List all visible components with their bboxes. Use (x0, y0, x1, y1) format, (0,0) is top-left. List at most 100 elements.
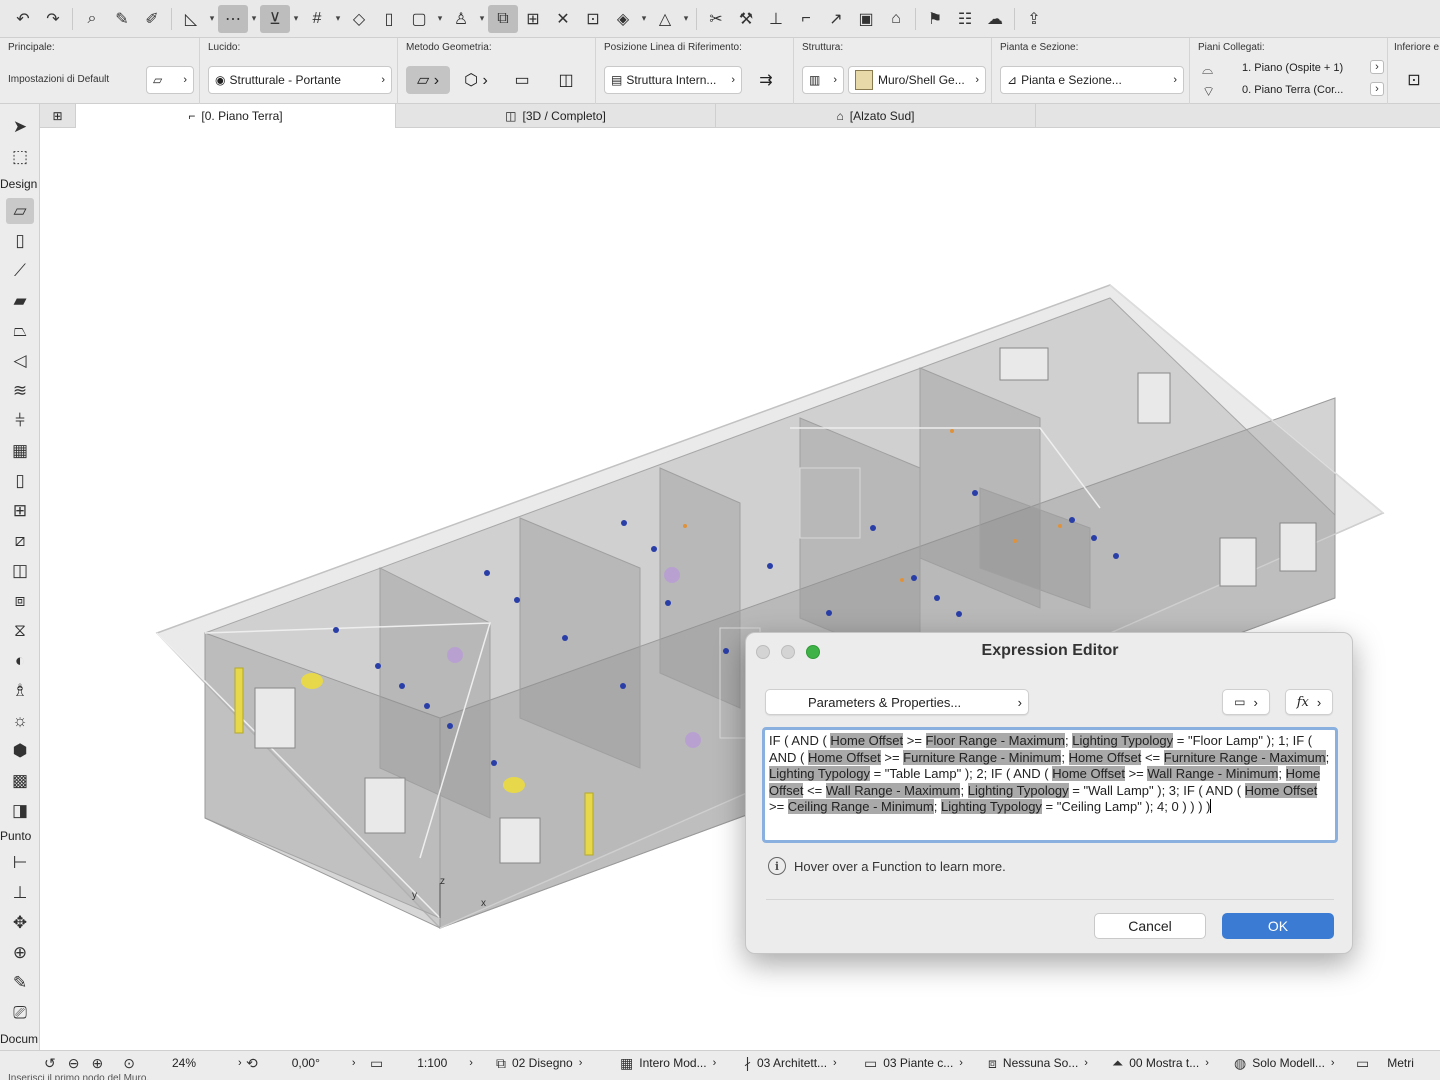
tab-overview-icon[interactable]: ⊞ (40, 104, 76, 128)
chevron-down-icon[interactable]: ▾ (434, 13, 446, 24)
wall-lamp[interactable] (621, 520, 627, 526)
polygonal-wall-icon[interactable]: ▭ (504, 66, 540, 94)
hotspot-tool-icon[interactable]: ✥ (6, 910, 34, 936)
tab-3d[interactable]: ◫ [3D / Completo] (396, 104, 716, 128)
wall-lamp[interactable] (514, 597, 520, 603)
floor-lamp-shade[interactable] (301, 673, 323, 689)
column-tool-icon[interactable]: ▯ (6, 228, 34, 254)
wall-lamp[interactable] (491, 760, 497, 766)
scale-select[interactable]: ▭ 1:100 › (370, 1051, 473, 1075)
cut-icon[interactable]: △ (650, 5, 680, 33)
chevron-right-icon[interactable]: › (1370, 82, 1384, 96)
expression-property-token[interactable]: Home Offset (808, 749, 881, 765)
chevron-down-icon[interactable]: ▾ (290, 13, 302, 24)
grid-element-tool-icon[interactable]: ▩ (6, 768, 34, 794)
wall-end-tool-icon[interactable]: ◫ (6, 558, 34, 584)
reference-line-select[interactable]: ▤ Struttura Intern... › (604, 66, 742, 94)
window[interactable] (999, 347, 1049, 381)
floor-lamp[interactable] (584, 792, 594, 856)
rotate-icon[interactable]: ⊞ (518, 5, 548, 33)
parameters-properties-button[interactable]: Parameters & Properties... › (765, 689, 1029, 715)
undo-icon[interactable]: ↶ (8, 5, 38, 33)
window[interactable] (254, 687, 296, 749)
window-tool-icon[interactable]: ⊞ (6, 498, 34, 524)
renovation-select[interactable]: ⧈ Nessuna So... › (988, 1051, 1088, 1075)
table-lamp[interactable] (683, 524, 687, 528)
line-icon[interactable]: ⧉ (488, 4, 518, 33)
redo-icon[interactable]: ↷ (38, 5, 68, 33)
door-tool-icon[interactable]: ▯ (6, 468, 34, 494)
corner-window-tool-icon[interactable]: ⧈ (6, 588, 34, 614)
eyedropper-icon[interactable]: ✎ (107, 5, 137, 33)
chevron-down-icon[interactable]: ▾ (476, 13, 488, 24)
mesh-tool-icon[interactable]: ⧖ (6, 618, 34, 644)
structure-type-select[interactable]: ▥ › (802, 66, 844, 94)
wall-lamp[interactable] (870, 525, 876, 531)
ceiling-lamp[interactable] (685, 732, 701, 748)
window[interactable] (1219, 537, 1257, 587)
tab-floor-plan[interactable]: ⌐ [0. Piano Terra] (76, 104, 396, 128)
tab-elevation[interactable]: ⌂ [Alzato Sud] (716, 104, 1036, 128)
expression-property-token[interactable]: Furniture Range - Maximum (1163, 749, 1326, 765)
suspend-groups-icon[interactable]: ▢ (404, 5, 434, 33)
units-select[interactable]: ▭ Metri (1356, 1051, 1414, 1075)
chevron-down-icon[interactable]: ▾ (206, 13, 218, 24)
expression-input[interactable]: IF ( AND ( Home Offset >= Floor Range - … (762, 727, 1338, 843)
chevron-down-icon[interactable]: ▾ (680, 13, 692, 24)
renovation-filter-select[interactable]: ⏶ 00 Mostra t... › (1112, 1051, 1209, 1075)
stair-tool-icon[interactable]: ≋ (6, 378, 34, 404)
curtain-wall-tool-icon[interactable]: ▦ (6, 438, 34, 464)
level-dimension-tool-icon[interactable]: ⊥ (6, 880, 34, 906)
bottom-story-value[interactable]: 0. Piano Terra (Cor... (1242, 84, 1343, 96)
wall-lamp[interactable] (826, 610, 832, 616)
wall-lamp[interactable] (651, 546, 657, 552)
floor-plan-section-select[interactable]: ⊿ Pianta e Sezione... › (1000, 66, 1184, 94)
wrench-icon[interactable]: ✂ (701, 5, 731, 33)
orbit-back-icon[interactable]: ↺ (44, 1055, 56, 1072)
roof-tool-icon[interactable]: ⏢ (6, 318, 34, 344)
marquee-icon[interactable]: ⬚ (6, 144, 34, 170)
section-tool-icon[interactable]: ⊕ (6, 940, 34, 966)
wall-lamp[interactable] (767, 563, 773, 569)
camera-tool-icon[interactable]: ⎚ (6, 1000, 34, 1026)
wall-lamp[interactable] (620, 683, 626, 689)
wall-lamp[interactable] (562, 635, 568, 641)
wall-lamp[interactable] (399, 683, 405, 689)
syringe-icon[interactable]: ✐ (137, 5, 167, 33)
model-view-options-select[interactable]: ▭ 03 Piante c... › (864, 1051, 963, 1075)
magic-wand-icon[interactable]: ◈ (608, 5, 638, 33)
layer-select[interactable]: ◉ Strutturale - Portante › (208, 66, 392, 94)
layer-icon[interactable]: ♙ (446, 5, 476, 33)
expression-property-token[interactable]: Wall Range - Maximum (825, 782, 961, 798)
opening-tool-icon[interactable]: ◨ (6, 798, 34, 824)
wall-lamp[interactable] (934, 595, 940, 601)
units-button[interactable]: ▭ › (1222, 689, 1270, 715)
table-lamp[interactable] (1013, 539, 1017, 543)
expression-property-token[interactable]: Home Offset (830, 733, 904, 748)
wall-lamp[interactable] (665, 600, 671, 606)
wall-lamp[interactable] (1091, 535, 1097, 541)
flip-reference-icon[interactable]: ⇉ (748, 66, 784, 94)
window[interactable] (1137, 372, 1171, 424)
expression-property-token[interactable]: Lighting Typology (1072, 733, 1174, 748)
chevron-down-icon[interactable]: ▾ (332, 13, 344, 24)
expression-property-token[interactable]: Home Offset (1068, 749, 1142, 765)
table-icon[interactable]: ⚑ (920, 5, 950, 33)
arrow-icon[interactable]: ➤ (6, 114, 34, 140)
fillet-icon[interactable]: ⌐ (791, 5, 821, 33)
trace-icon[interactable]: ▯ (374, 5, 404, 33)
punto-group-label[interactable]: Punto (0, 829, 31, 843)
measure-icon[interactable]: ◺ (176, 5, 206, 33)
mirror-icon[interactable]: ⊡ (578, 5, 608, 33)
find-select-icon[interactable]: ⌕ (77, 5, 107, 33)
expression-property-token[interactable]: Ceiling Range - Minimum (787, 799, 934, 814)
wall-lamp[interactable] (1113, 553, 1119, 559)
expression-property-token[interactable]: Home Offset (1244, 782, 1318, 798)
functions-button[interactable]: fx › (1285, 689, 1333, 715)
expression-property-token[interactable]: Furniture Range - Minimum (903, 749, 1062, 765)
morph-tool-icon[interactable]: ◐ (6, 648, 34, 674)
table-lamp[interactable] (1058, 524, 1062, 528)
wall-lamp[interactable] (972, 490, 978, 496)
expression-property-token[interactable]: Floor Range - Maximum (925, 733, 1065, 748)
dimension-tool-icon[interactable]: ⊢ (6, 850, 34, 876)
